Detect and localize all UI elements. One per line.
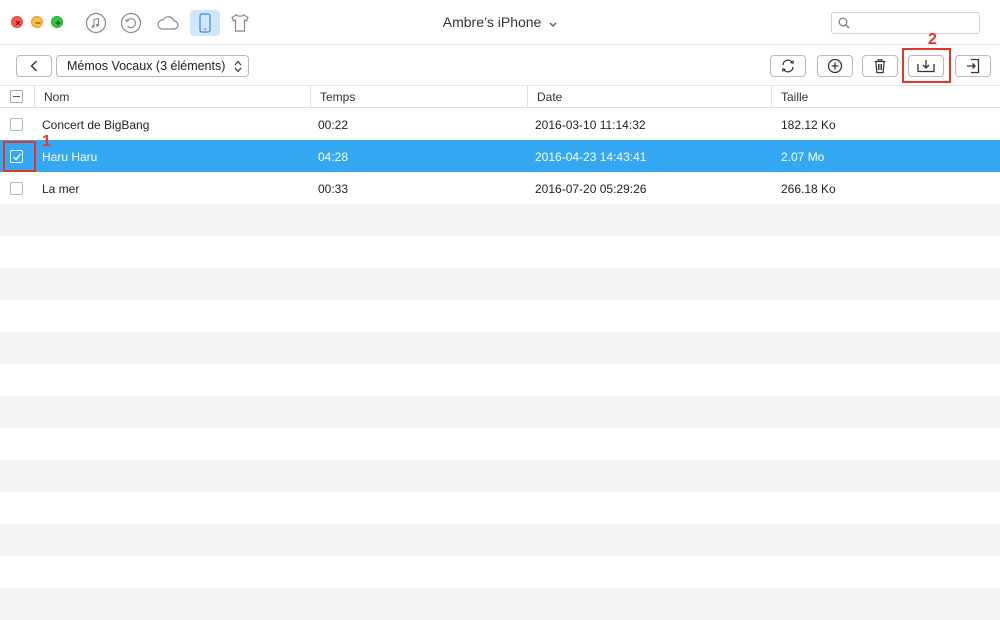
send-to-device-button[interactable] xyxy=(955,55,991,77)
column-header-name[interactable]: Nom xyxy=(34,86,310,108)
empty-row xyxy=(0,396,1000,428)
empty-row xyxy=(0,524,1000,556)
table-row[interactable]: La mer 00:33 2016-07-20 05:29:26 266.18 … xyxy=(0,172,1000,204)
minimize-icon xyxy=(35,22,41,24)
row-time: 04:28 xyxy=(318,150,349,164)
empty-row xyxy=(0,300,1000,332)
column-header-time[interactable]: Temps xyxy=(310,86,527,108)
file-list: Concert de BigBang 00:22 2016-03-10 11:1… xyxy=(0,108,1000,620)
empty-row xyxy=(0,492,1000,524)
step-number-2: 2 xyxy=(928,31,937,48)
row-name: Concert de BigBang xyxy=(42,118,150,132)
chevron-left-icon xyxy=(30,60,37,72)
search-input[interactable] xyxy=(854,15,974,31)
send-to-device-icon xyxy=(967,58,980,74)
category-select-label: Mémos Vocaux (3 éléments) xyxy=(67,59,226,73)
close-window-button[interactable] xyxy=(11,16,23,28)
category-select[interactable]: Mémos Vocaux (3 éléments) xyxy=(56,55,249,77)
music-icon xyxy=(85,12,107,34)
device-selector[interactable]: Ambre’s iPhone xyxy=(420,14,580,31)
title-bar: Ambre’s iPhone xyxy=(0,0,1000,45)
empty-row xyxy=(0,460,1000,492)
row-date: 2016-07-20 05:29:26 xyxy=(535,182,647,196)
table-row-selected[interactable]: Haru Haru 04:28 2016-04-23 14:43:41 2.07… xyxy=(0,140,1000,172)
empty-row xyxy=(0,204,1000,236)
select-all-checkbox[interactable] xyxy=(10,90,23,103)
search-icon xyxy=(838,17,850,29)
minimize-window-button[interactable] xyxy=(31,16,43,28)
empty-row xyxy=(0,428,1000,460)
empty-row xyxy=(0,332,1000,364)
empty-row xyxy=(0,556,1000,588)
search-box[interactable] xyxy=(831,12,980,34)
updown-arrows-icon xyxy=(234,60,242,76)
row-size: 2.07 Mo xyxy=(781,150,825,164)
row-checkbox[interactable] xyxy=(10,182,23,195)
row-date: 2016-03-10 11:14:32 xyxy=(535,118,646,132)
table-header: Nom Temps Date Taille xyxy=(0,86,1000,108)
tshirt-icon xyxy=(231,14,249,32)
table-row[interactable]: Concert de BigBang 00:22 2016-03-10 11:1… xyxy=(0,108,1000,140)
highlight-row-checkbox xyxy=(3,141,36,172)
row-time: 00:22 xyxy=(318,118,349,132)
add-button[interactable] xyxy=(817,55,853,77)
refresh-button[interactable] xyxy=(770,55,806,77)
row-checkbox[interactable] xyxy=(10,118,23,131)
column-header-date[interactable]: Date xyxy=(527,86,771,108)
nav-restore[interactable] xyxy=(118,10,144,36)
restore-icon xyxy=(120,12,142,34)
back-button[interactable] xyxy=(16,55,52,77)
column-header-size[interactable]: Taille xyxy=(771,86,1000,108)
chevron-down-icon xyxy=(549,15,557,31)
cloud-icon xyxy=(157,16,179,30)
row-time: 00:33 xyxy=(318,182,349,196)
refresh-icon xyxy=(782,59,794,73)
phone-icon xyxy=(199,13,211,33)
close-icon xyxy=(15,20,21,26)
toolbar: Mémos Vocaux (3 éléments) xyxy=(0,46,1000,86)
maximize-window-button[interactable] xyxy=(51,16,63,28)
step-number-1: 1 xyxy=(42,133,51,150)
empty-row xyxy=(0,588,1000,620)
device-title-text: Ambre’s iPhone xyxy=(442,14,542,30)
empty-row xyxy=(0,236,1000,268)
row-size: 182.12 Ko xyxy=(781,118,836,132)
plus-circle-icon xyxy=(827,58,843,74)
trash-icon xyxy=(874,59,886,74)
row-name: La mer xyxy=(42,182,80,196)
delete-button[interactable] xyxy=(862,55,898,77)
empty-row xyxy=(0,268,1000,300)
maximize-icon xyxy=(55,20,61,26)
nav-toolkit[interactable] xyxy=(227,10,253,36)
nav-icloud[interactable] xyxy=(155,10,181,36)
highlight-export-button xyxy=(902,48,951,83)
nav-device[interactable] xyxy=(190,10,220,36)
nav-music[interactable] xyxy=(83,10,109,36)
row-size: 266.18 Ko xyxy=(781,182,836,196)
row-name: Haru Haru xyxy=(42,150,98,164)
empty-row xyxy=(0,364,1000,396)
row-date: 2016-04-23 14:43:41 xyxy=(535,150,647,164)
